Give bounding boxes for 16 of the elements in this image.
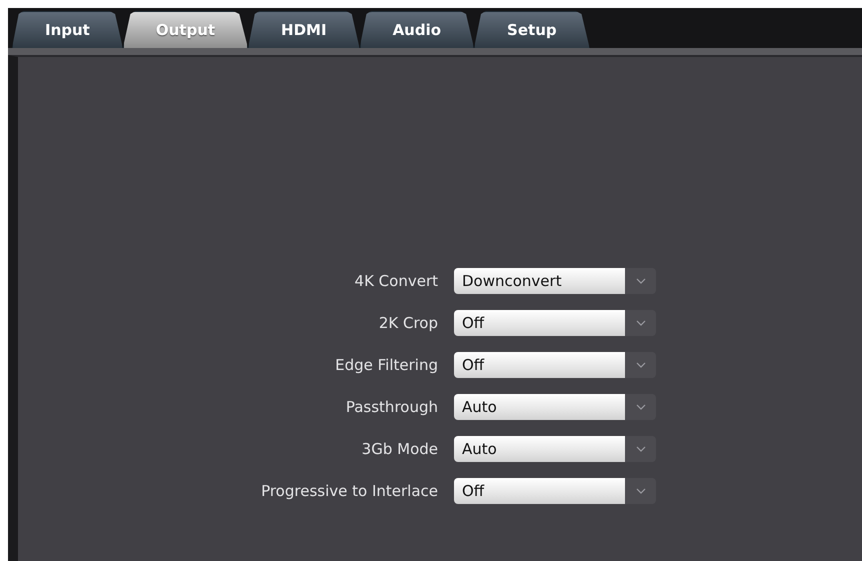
tab[interactable]: Input <box>12 11 123 48</box>
field-label: Passthrough <box>346 398 438 416</box>
field-label: Progressive to Interlace <box>261 482 438 500</box>
tab[interactable]: HDMI <box>248 11 360 48</box>
tab[interactable]: Audio <box>360 11 474 48</box>
chevron-down-icon <box>636 278 646 284</box>
chevron-down-icon <box>636 446 646 452</box>
field-label: 4K Convert <box>354 272 438 290</box>
chevron-down-icon <box>636 488 646 494</box>
field-label: 2K Crop <box>378 314 438 332</box>
tab[interactable]: Setup <box>474 11 590 48</box>
chevron-down-icon <box>636 320 646 326</box>
chevron-down-icon <box>636 404 646 410</box>
chevron-down-icon <box>636 362 646 368</box>
field-label: Edge Filtering <box>335 356 438 374</box>
field-label: 3Gb Mode <box>362 440 438 458</box>
